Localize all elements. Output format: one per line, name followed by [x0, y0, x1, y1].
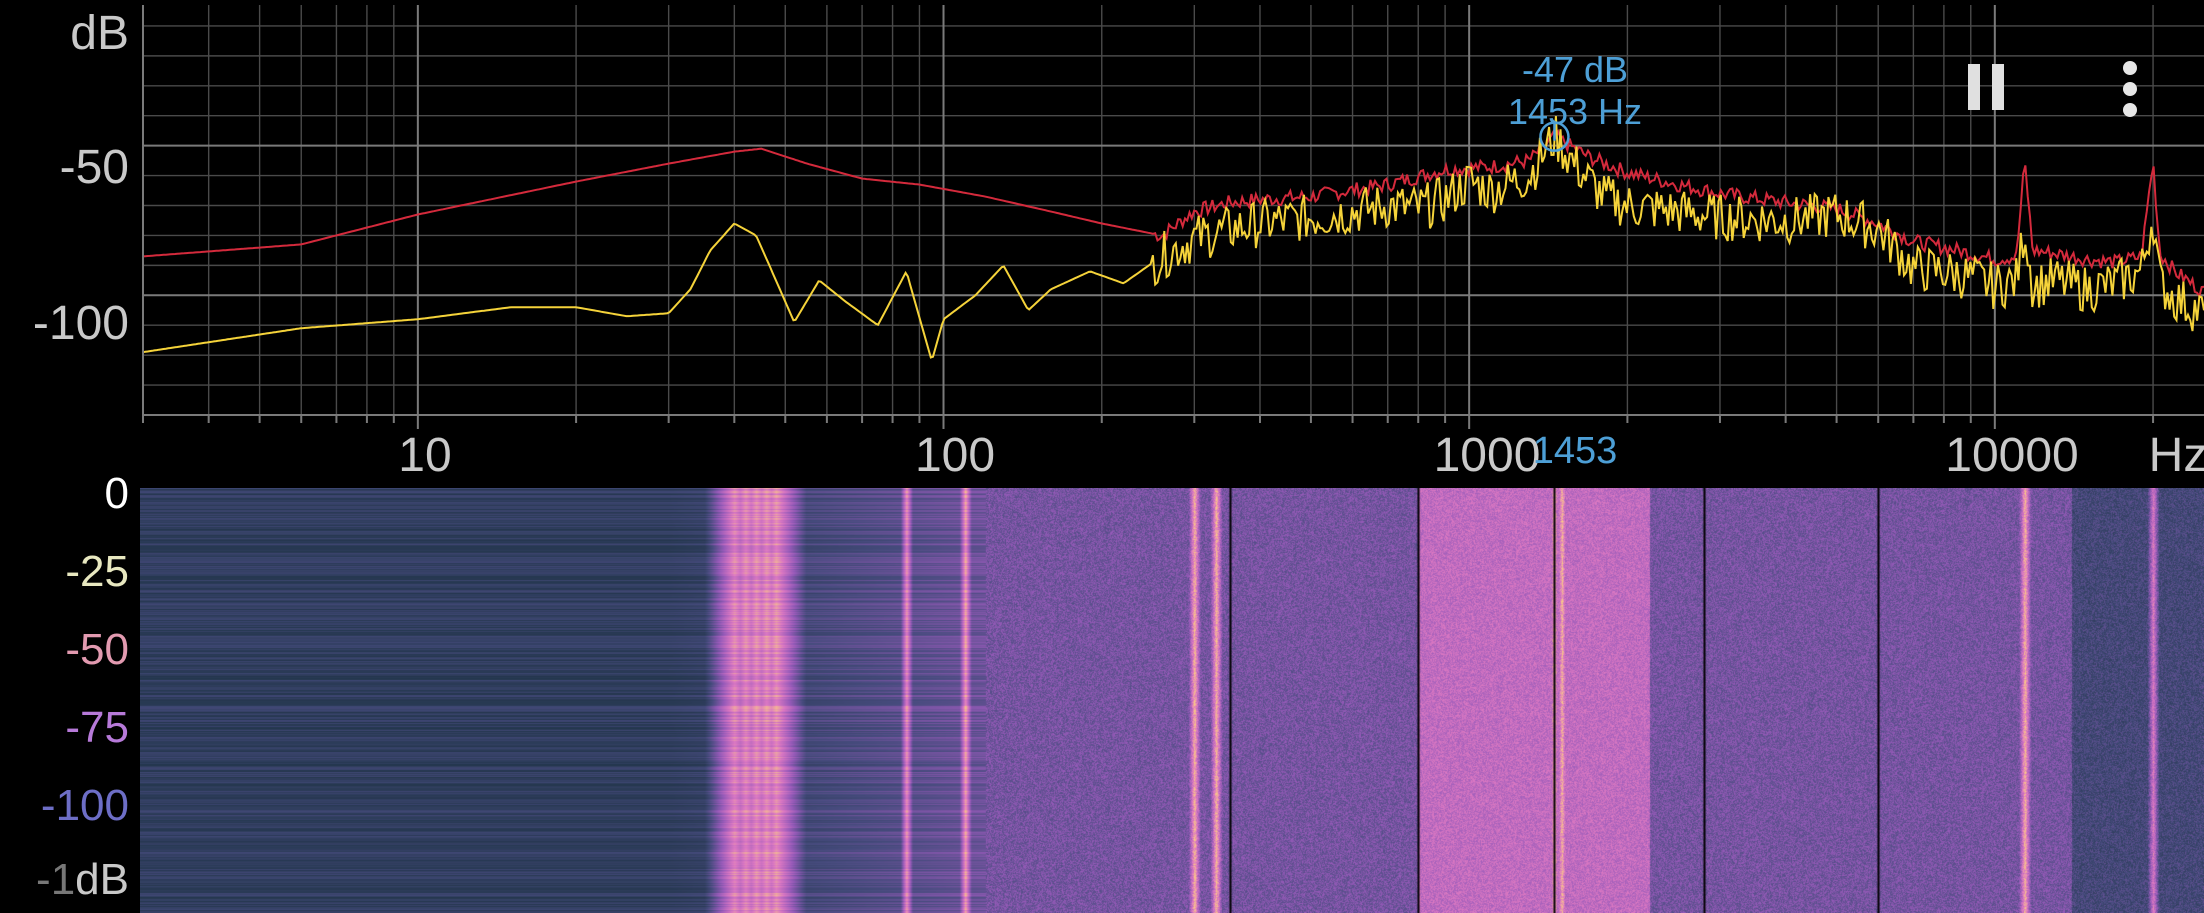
color-scale-label: -75 [65, 703, 129, 752]
color-scale-label: -100 [40, 781, 129, 830]
x-tick-label: 10 [398, 429, 452, 482]
peak-db-label: -47 dB [1521, 49, 1629, 90]
color-scale-label: -50 [65, 625, 129, 674]
spectrogram-canvas [140, 488, 2204, 913]
more-vertical-icon [2123, 61, 2137, 117]
y-tick-label: -100 [32, 297, 129, 350]
y-tick-label: -50 [59, 141, 129, 194]
color-scale-unit-label: -1dB [36, 858, 129, 902]
overflow-menu-button[interactable] [2110, 56, 2150, 126]
color-scale-label: 0 [104, 469, 129, 518]
x-axis-unit-label: Hz [2148, 429, 2204, 482]
x-tick-label: 100 [914, 429, 996, 482]
grid-major [143, 5, 2204, 415]
color-scale-low-label: -1 [36, 855, 76, 904]
peak-hz-label: 1453 Hz [1507, 91, 1643, 132]
x-tick-label: 10000 [1945, 429, 2079, 482]
spectrogram-panel[interactable] [140, 488, 2204, 913]
pause-button[interactable] [1960, 56, 2016, 116]
peak-frequency-marker-label: 1453 [1532, 430, 1618, 472]
series-max-hold [142, 128, 2204, 299]
y-axis-unit-label: dB [70, 7, 129, 60]
spectrum-chart[interactable] [0, 0, 2204, 490]
x-tick-label: 1000 [1433, 429, 1541, 482]
x-axis-ticks [142, 415, 2155, 429]
pause-icon [1968, 64, 2004, 110]
series-live [142, 116, 2204, 359]
color-scale-unit: dB [75, 855, 129, 904]
grid-minor [142, 5, 2204, 416]
color-scale-label: -25 [65, 547, 129, 596]
